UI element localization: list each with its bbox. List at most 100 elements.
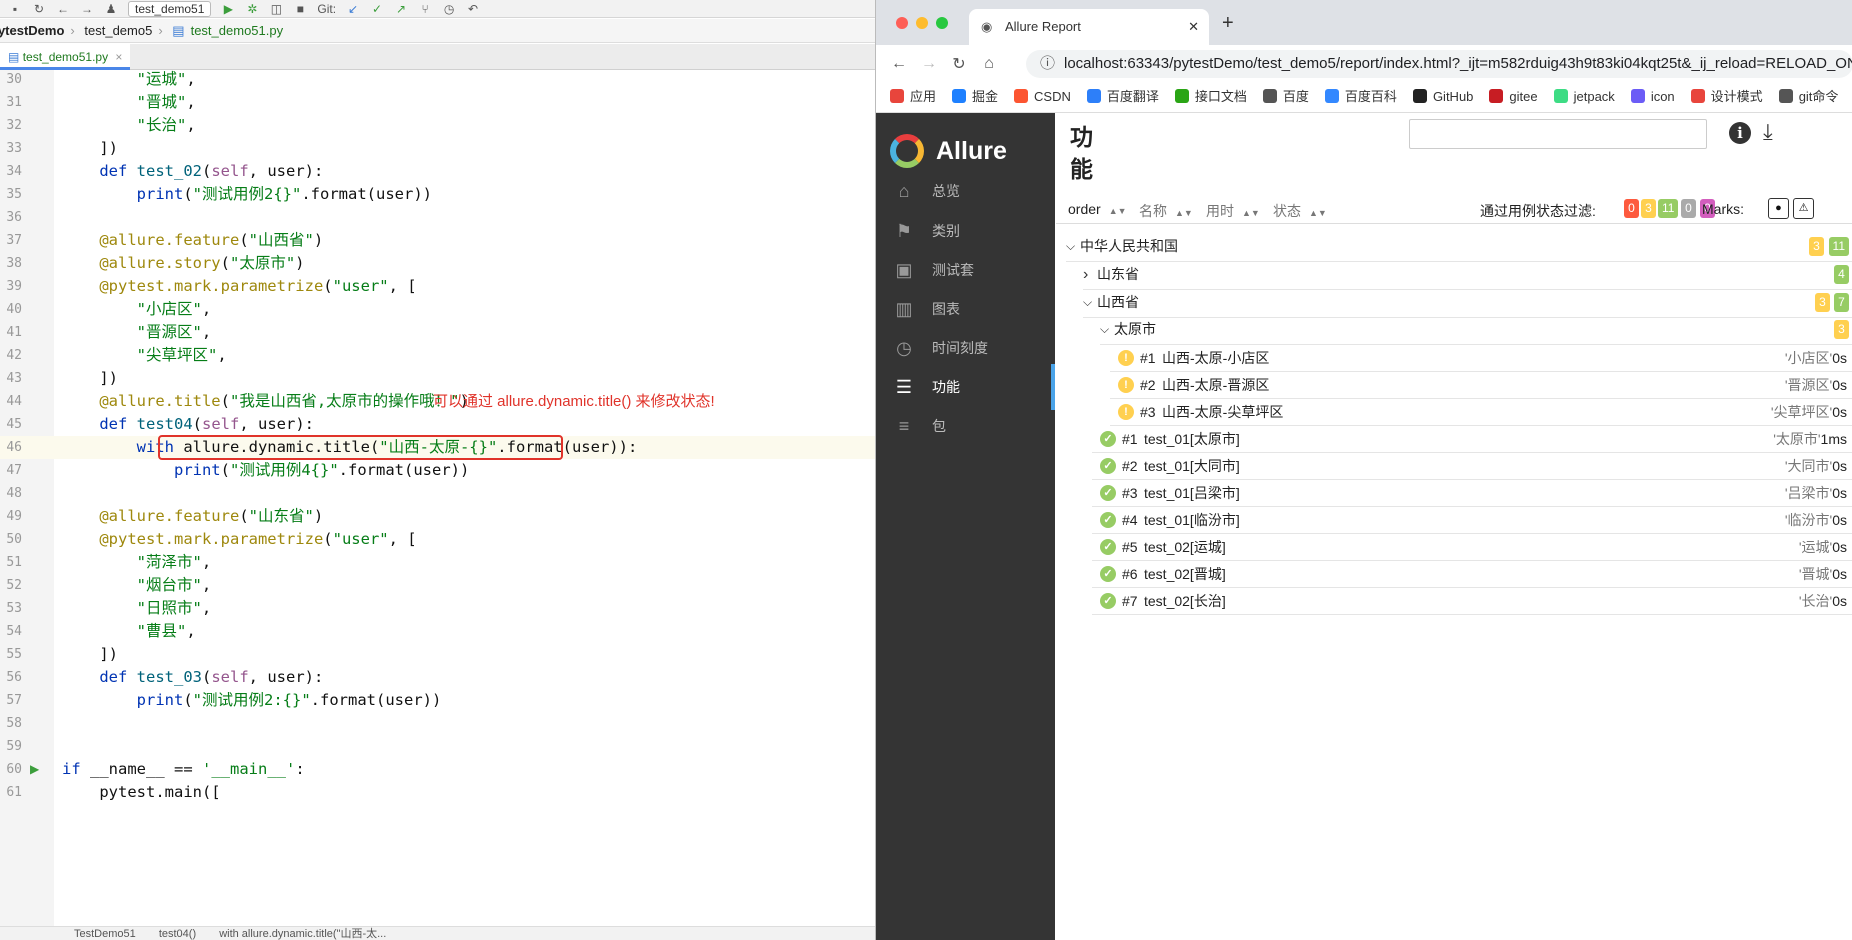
reload-icon[interactable]: ↻ bbox=[944, 54, 974, 74]
coverage-icon[interactable]: ◫ bbox=[269, 2, 283, 16]
close-window-button[interactable] bbox=[896, 17, 908, 29]
tab-test-demo51[interactable]: ▤ test_demo51.py × bbox=[0, 44, 131, 70]
back-icon[interactable]: ← bbox=[884, 55, 914, 73]
sort-order[interactable]: order ▲▼ bbox=[1068, 201, 1127, 217]
new-tab-button[interactable]: + bbox=[1222, 12, 1234, 35]
tree-node-shandong[interactable]: › 山东省 4 bbox=[1056, 259, 1852, 290]
run-main-icon[interactable]: ▶ bbox=[30, 762, 39, 776]
minimize-window-button[interactable] bbox=[916, 17, 928, 29]
code-line[interactable]: 57 print("测试用例2:{}".format(user)) bbox=[0, 689, 876, 712]
code-editor[interactable]: 30 "运城", 31 "晋城", 32 "长治", 33 ]) 34 def test… bbox=[0, 70, 876, 926]
close-tab-icon[interactable]: ✕ bbox=[1188, 9, 1199, 45]
code-line[interactable]: 37 @allure.feature("山西省") bbox=[0, 229, 876, 252]
git-update-icon[interactable]: ↙ bbox=[346, 2, 360, 16]
code-line[interactable]: 52 "烟台市", bbox=[0, 574, 876, 597]
sort-status[interactable]: 状态 ▲▼ bbox=[1273, 201, 1327, 221]
stop-icon[interactable]: ■ bbox=[293, 2, 307, 16]
bookmark-item[interactable]: 设计模式 bbox=[1690, 89, 1763, 104]
warning-mark-icon[interactable]: ⚠ bbox=[1793, 198, 1814, 219]
download-icon[interactable]: ⤓ bbox=[1763, 119, 1773, 145]
search-input[interactable] bbox=[1409, 119, 1707, 149]
info-icon[interactable]: i bbox=[1729, 122, 1751, 144]
sort-duration[interactable]: 用时 ▲▼ bbox=[1206, 201, 1260, 221]
code-line[interactable]: 34 def test_02(self, user): bbox=[0, 160, 876, 183]
code-line[interactable]: 32 "长治", bbox=[0, 114, 876, 137]
code-line[interactable]: 31 "晋城", bbox=[0, 91, 876, 114]
code-line[interactable]: 42 "尖草坪区", bbox=[0, 344, 876, 367]
breadcrumb-folder[interactable]: test_demo5 bbox=[84, 23, 152, 38]
code-line[interactable]: 39 @pytest.mark.parametrize("user", [ bbox=[0, 275, 876, 298]
forward-icon[interactable]: → bbox=[80, 2, 94, 16]
code-line[interactable]: 49 @allure.feature("山东省") bbox=[0, 505, 876, 528]
code-line[interactable]: 41 "晋源区", bbox=[0, 321, 876, 344]
git-commit-icon[interactable]: ✓ bbox=[370, 2, 384, 16]
bookmark-item[interactable]: 接口文档 bbox=[1174, 89, 1247, 104]
bookmark-item[interactable]: CSDN bbox=[1014, 89, 1071, 104]
status-crumb-class[interactable]: TestDemo51 bbox=[74, 928, 136, 940]
code-line[interactable]: 33 ]) bbox=[0, 137, 876, 160]
maximize-window-button[interactable] bbox=[936, 17, 948, 29]
breadcrumb-project[interactable]: pytestDemo bbox=[0, 23, 64, 38]
run-icon[interactable]: ▶ bbox=[221, 2, 235, 16]
code-line[interactable]: 58 bbox=[0, 712, 876, 735]
code-line[interactable]: 38 @allure.story("太原市") bbox=[0, 252, 876, 275]
bookmark-item[interactable]: 百度百科 bbox=[1324, 89, 1397, 104]
code-line[interactable]: 36 bbox=[0, 206, 876, 229]
bookmark-item[interactable]: jetpack bbox=[1553, 89, 1615, 104]
bomb-mark-icon[interactable]: ● bbox=[1768, 198, 1789, 219]
back-icon[interactable]: ← bbox=[56, 2, 70, 16]
code-line[interactable]: 53 "日照市", bbox=[0, 597, 876, 620]
allure-brand[interactable]: Allure bbox=[890, 131, 1007, 171]
code-line[interactable]: 54 "曹县", bbox=[0, 620, 876, 643]
git-branch-icon[interactable]: ⑂ bbox=[418, 2, 432, 16]
code-line[interactable]: 30 "运城", bbox=[0, 68, 876, 91]
code-line[interactable]: 48 bbox=[0, 482, 876, 505]
code-line[interactable]: 50 @pytest.mark.parametrize("user", [ bbox=[0, 528, 876, 551]
bookmark-item[interactable]: git命令 bbox=[1778, 89, 1838, 104]
code-line[interactable]: 40 "小店区", bbox=[0, 298, 876, 321]
forward-icon[interactable]: → bbox=[914, 55, 944, 73]
browser-tab[interactable]: ◉ Allure Report ✕ bbox=[969, 9, 1209, 45]
sidebar-item-package[interactable]: ≡ 包 bbox=[876, 403, 1055, 449]
rollback-icon[interactable]: ↶ bbox=[466, 2, 480, 16]
code-line[interactable]: 35 print("测试用例2{}".format(user)) bbox=[0, 183, 876, 206]
code-line[interactable]: 60 if __name__ == '__main__': bbox=[0, 758, 876, 781]
bookmark-item[interactable]: 掘金 bbox=[952, 89, 998, 104]
code-line[interactable]: 56 def test_03(self, user): bbox=[0, 666, 876, 689]
close-icon[interactable]: × bbox=[115, 50, 122, 64]
status-filter-badge[interactable]: 11 bbox=[1658, 199, 1679, 218]
sort-name[interactable]: 名称 ▲▼ bbox=[1139, 201, 1193, 221]
debug-icon[interactable]: ✲ bbox=[245, 2, 259, 16]
user-icon[interactable]: ♟ bbox=[104, 2, 118, 16]
info-icon[interactable]: ⓘ bbox=[1040, 50, 1055, 78]
tree-node-china[interactable]: ⌵ 中华人民共和国 11 3 bbox=[1056, 231, 1852, 262]
bookmark-item[interactable]: 百度翻译 bbox=[1086, 89, 1159, 104]
breadcrumb-file[interactable]: test_demo51.py bbox=[191, 23, 284, 38]
status-filter-badge[interactable]: 0 bbox=[1624, 199, 1639, 218]
test-case-row[interactable]: ✓ #7 test_02[长治] '长治'0s bbox=[1056, 585, 1852, 617]
code-line[interactable]: 61 pytest.main([ bbox=[0, 781, 876, 804]
status-crumb-method[interactable]: test04() bbox=[159, 928, 196, 940]
history-icon[interactable]: ◷ bbox=[442, 2, 456, 16]
save-icon[interactable]: ▪ bbox=[8, 2, 22, 16]
code-line[interactable]: 55 ]) bbox=[0, 643, 876, 666]
bookmark-item[interactable]: icon bbox=[1630, 89, 1675, 104]
code-line[interactable]: 51 "菏泽市", bbox=[0, 551, 876, 574]
code-line[interactable]: 47 print("测试用例4{}".format(user)) bbox=[0, 459, 876, 482]
url-input[interactable]: ⓘ localhost:63343/pytestDemo/test_demo5/… bbox=[1026, 50, 1852, 78]
code-line[interactable]: 45 def test04(self, user): bbox=[0, 413, 876, 436]
git-push-icon[interactable]: ↗ bbox=[394, 2, 408, 16]
tree-node-taiyuan[interactable]: ⌵ 太原市 3 bbox=[1056, 314, 1852, 345]
home-icon[interactable]: ⌂ bbox=[974, 55, 1004, 73]
bookmark-item[interactable]: 应用 bbox=[890, 89, 936, 104]
sync-icon[interactable]: ↻ bbox=[32, 2, 46, 16]
code-line[interactable]: 59 bbox=[0, 735, 876, 758]
bookmark-item[interactable]: 百度 bbox=[1262, 89, 1309, 104]
status-filter-badge[interactable]: 3 bbox=[1641, 199, 1656, 218]
run-config-select[interactable]: test_demo51 bbox=[128, 0, 212, 17]
code-line[interactable]: 43 ]) bbox=[0, 367, 876, 390]
status-crumb-with[interactable]: with allure.dynamic.title("山西-太... bbox=[219, 928, 386, 940]
bookmark-item[interactable]: GitHub bbox=[1412, 89, 1473, 104]
status-filter-badge[interactable]: 0 bbox=[1681, 199, 1696, 218]
bookmark-item[interactable]: gitee bbox=[1489, 89, 1538, 104]
